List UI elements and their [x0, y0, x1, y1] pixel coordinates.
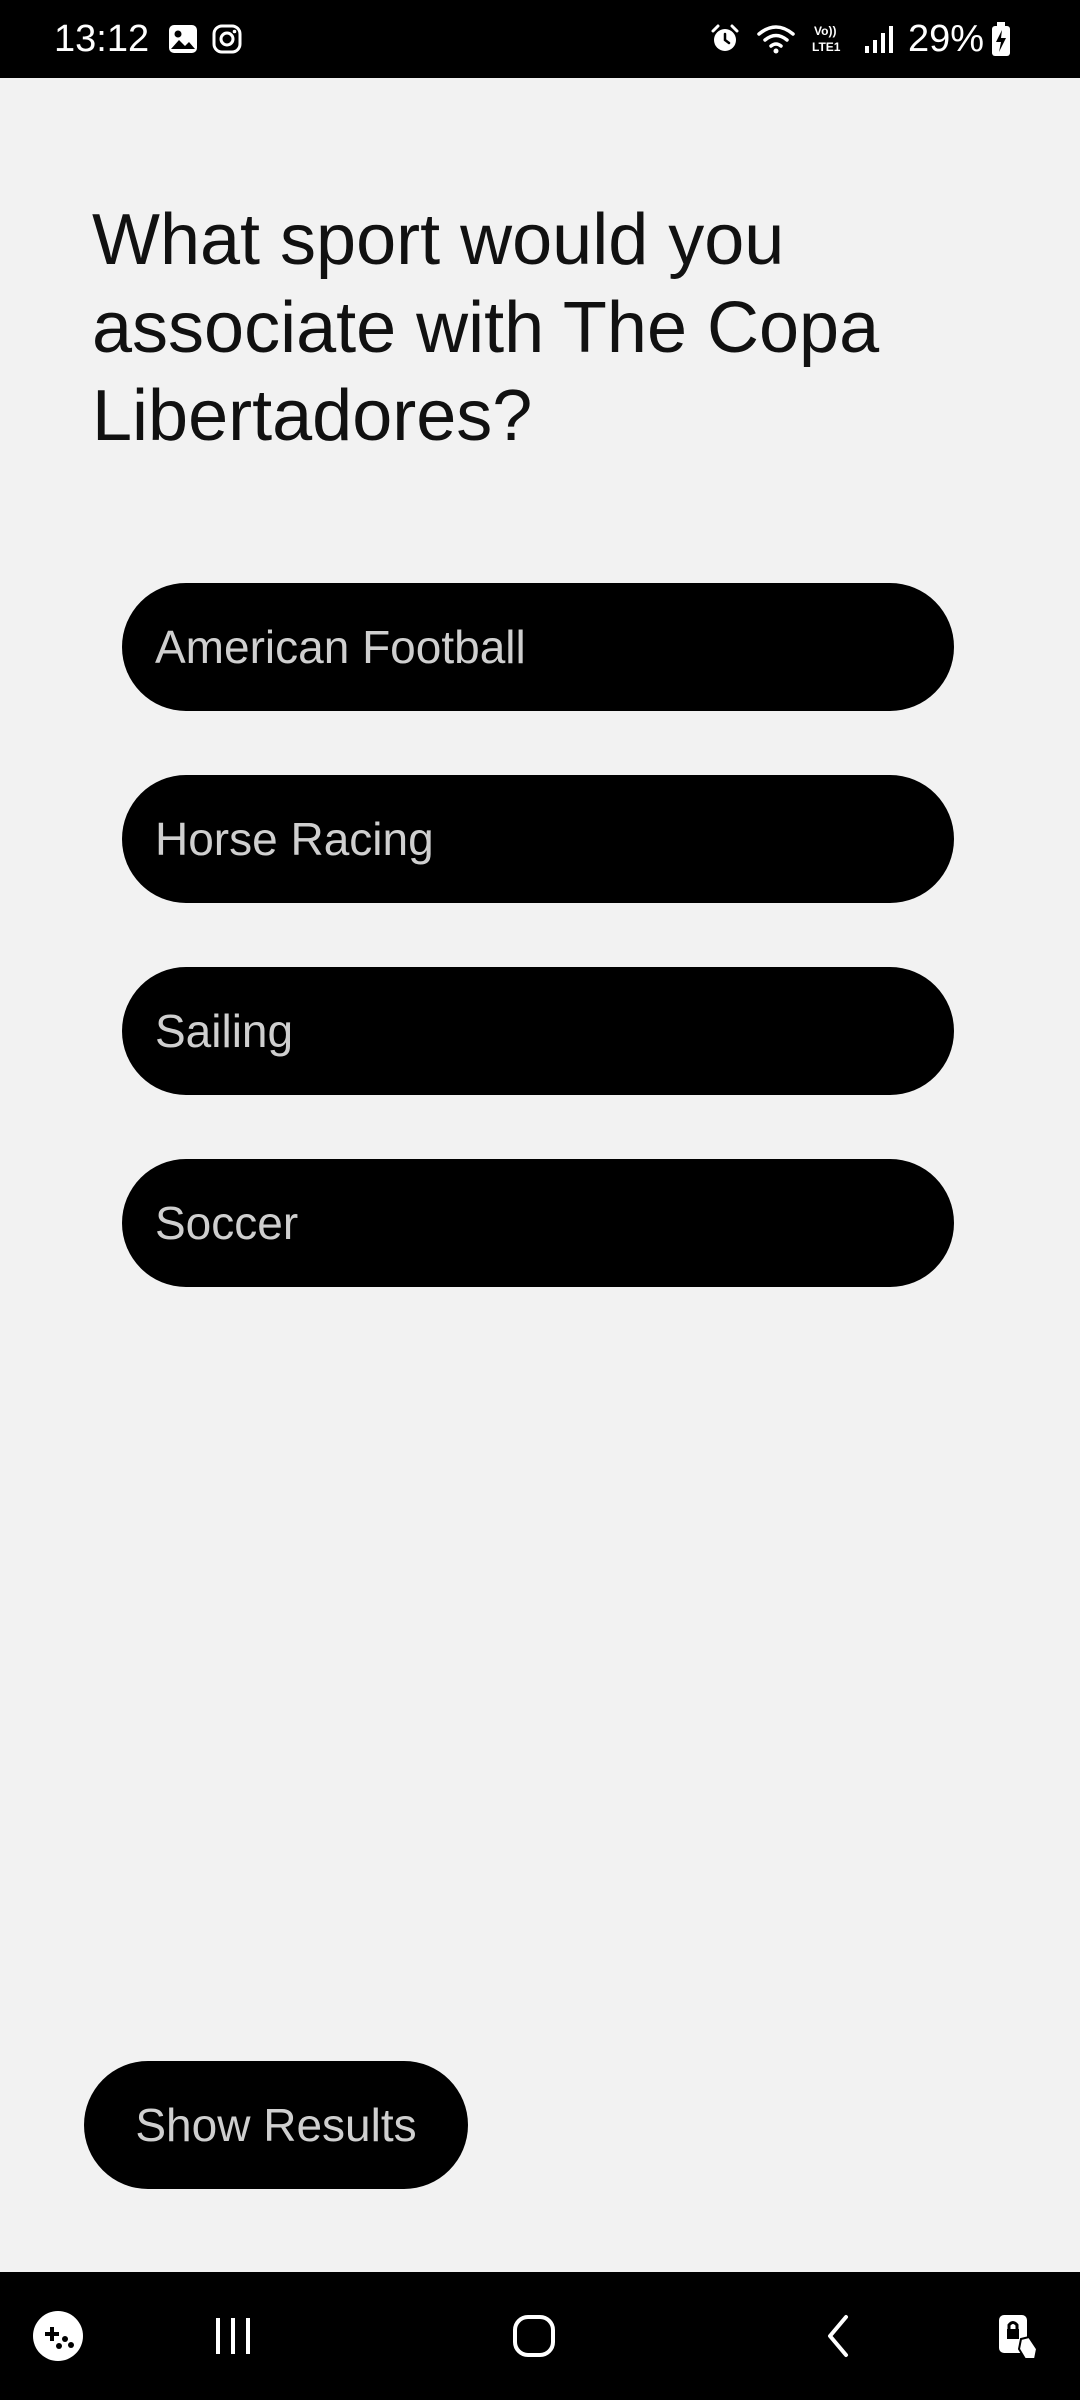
question-text: What sport would you associate with The …	[92, 200, 880, 456]
show-results-button[interactable]: Show Results	[84, 2061, 468, 2189]
home-icon[interactable]	[484, 2272, 584, 2400]
wifi-icon	[756, 22, 796, 56]
volte-icon: Vo)) LTE1	[810, 22, 850, 56]
battery-charging-icon	[990, 21, 1012, 57]
navigation-bar	[0, 2272, 1080, 2400]
recent-apps-icon[interactable]	[183, 2272, 283, 2400]
svg-text:LTE1: LTE1	[812, 40, 841, 54]
battery-percentage: 29%	[907, 17, 984, 60]
option-soccer-button[interactable]: Soccer	[122, 1159, 954, 1287]
answer-options: American Football Horse Racing Sailing S…	[122, 583, 954, 1351]
screen-lock-icon[interactable]	[968, 2272, 1068, 2400]
quiz-screen: What sport would you associate with The …	[0, 78, 1080, 2272]
option-american-football-button[interactable]: American Football	[122, 583, 954, 711]
status-bar-right: Vo)) LTE1 29%	[708, 18, 1026, 61]
svg-text:Vo)): Vo))	[814, 24, 836, 38]
status-bar: 13:12 Vo)) LTE1 29%	[0, 0, 1080, 78]
instagram-icon	[211, 23, 243, 55]
gallery-icon	[167, 23, 199, 55]
status-time: 13:12	[54, 17, 150, 60]
option-sailing-button[interactable]: Sailing	[122, 967, 954, 1095]
alarm-icon	[708, 22, 742, 56]
back-icon[interactable]	[788, 2272, 888, 2400]
option-horse-racing-button[interactable]: Horse Racing	[122, 775, 954, 903]
status-bar-left: 13:12	[54, 18, 255, 61]
game-launcher-icon[interactable]	[8, 2272, 108, 2400]
signal-icon	[864, 24, 894, 54]
